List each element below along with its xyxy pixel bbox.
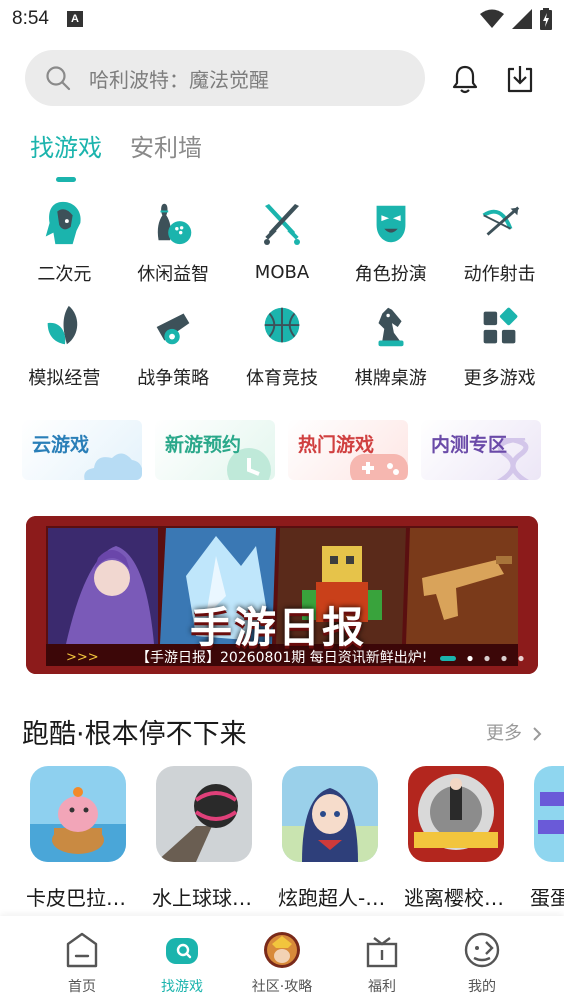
bottom-navigation: 首页 找游戏 社区·攻略 福利 我的 (0, 916, 564, 1004)
signal-icon (512, 9, 532, 29)
category-label: 棋牌桌游 (354, 368, 427, 389)
search-input[interactable]: 哈利波特：魔法觉醒 (25, 50, 425, 106)
category-rpg[interactable]: 角色扮演 (336, 198, 445, 286)
more-label: 更多 (486, 723, 522, 744)
category-label: 角色扮演 (354, 264, 427, 285)
battery-icon (540, 8, 552, 30)
nav-label: 找游戏 (161, 979, 203, 995)
game-item[interactable]: 卡皮巴拉… (26, 766, 146, 911)
new-games-card[interactable]: 新游预约 (155, 420, 275, 480)
download-icon[interactable] (505, 64, 535, 94)
game-name: 卡皮巴拉… (26, 886, 126, 910)
category-label: 模拟经营 (28, 368, 101, 389)
category-label: 更多游戏 (463, 368, 536, 389)
chevron-right-icon (533, 727, 542, 741)
status-indicators (480, 8, 552, 30)
category-moba[interactable]: MOBA (228, 198, 337, 286)
category-more[interactable]: 更多游戏 (445, 302, 554, 390)
game-icon-ball (156, 766, 252, 862)
mask-icon (376, 205, 406, 243)
nav-label: 社区·攻略 (251, 979, 313, 995)
tab-find-games[interactable]: 找游戏 (30, 128, 102, 163)
category-grid: 二次元 休闲益智 MOBA 角色扮演 动作射击 模拟经营 战争策略 体育竞技 棋… (10, 198, 554, 390)
category-strategy[interactable]: 战争策略 (119, 302, 228, 390)
category-label: 战争策略 (137, 368, 210, 389)
banner-caption: 【手游日报】20260801期 每日资讯新鲜出炉! (136, 650, 428, 666)
category-sports[interactable]: 体育竞技 (228, 302, 337, 390)
nav-profile[interactable]: 我的 (432, 930, 532, 996)
search-icon (46, 66, 71, 91)
nav-home[interactable]: 首页 (32, 930, 132, 996)
community-avatar-icon (264, 932, 300, 968)
bowling-icon (158, 203, 192, 245)
quick-label: 新游预约 (165, 434, 242, 456)
game-icon-egg (534, 766, 564, 862)
leaf-icon (48, 305, 78, 345)
quick-label: 云游戏 (32, 434, 90, 456)
category-label: MOBA (254, 262, 310, 283)
category-casual[interactable]: 休闲益智 (119, 198, 228, 286)
category-simulation[interactable]: 模拟经营 (10, 302, 119, 390)
game-name: 炫跑超人-… (278, 886, 386, 910)
beta-zone-card[interactable]: 内测专区 (421, 420, 541, 480)
game-name: 蛋蛋 (530, 886, 564, 910)
cloud-games-card[interactable]: 云游戏 (22, 420, 142, 480)
notification-icon: A (66, 11, 83, 27)
nav-label: 首页 (68, 979, 96, 995)
category-action[interactable]: 动作射击 (445, 198, 554, 286)
category-tabs: 找游戏 安利墙 (30, 128, 202, 163)
profile-icon (464, 932, 500, 968)
nav-label: 福利 (368, 979, 396, 995)
nav-welfare[interactable]: 福利 (332, 930, 432, 996)
quick-entry-row: 云游戏 新游预约 热门游戏 内测专区 (22, 420, 564, 482)
svg-text:>>>: >>> (66, 650, 99, 665)
game-item[interactable]: 炫跑超人-… (278, 766, 398, 911)
gift-icon (366, 937, 398, 968)
chess-knight-icon (378, 307, 404, 347)
search-row: 哈利波特：魔法觉醒 (25, 50, 545, 106)
game-icon-capybara (30, 766, 126, 862)
quick-label: 热门游戏 (298, 434, 375, 456)
search-placeholder: 哈利波特：魔法觉醒 (89, 67, 269, 92)
status-bar: 8:54 A (0, 0, 564, 38)
banner-title: 手游日报 (190, 603, 367, 652)
tab-recommend-wall[interactable]: 安利墙 (130, 128, 202, 163)
daily-news-banner[interactable]: >>> 手游日报 【手游日报】20260801期 每日资讯新鲜出炉! (26, 516, 538, 674)
category-label: 二次元 (37, 264, 92, 285)
tab-indicator (56, 177, 76, 182)
category-board[interactable]: 棋牌桌游 (336, 302, 445, 390)
section-more-link[interactable]: 更多 (486, 719, 542, 745)
game-icon-runner (282, 766, 378, 862)
category-label: 动作射击 (463, 264, 536, 285)
crossed-swords-icon (263, 204, 300, 245)
category-label: 休闲益智 (137, 264, 210, 285)
game-item[interactable]: 蛋蛋 (530, 766, 564, 911)
game-icon-escape (408, 766, 504, 862)
hot-games-card[interactable]: 热门游戏 (288, 420, 408, 480)
gamepad-search-icon (166, 938, 198, 964)
category-anime[interactable]: 二次元 (10, 198, 119, 286)
nav-label: 我的 (468, 979, 496, 995)
home-icon (66, 932, 98, 968)
game-name: 水上球球… (152, 886, 252, 910)
quick-label: 内测专区 (431, 434, 508, 456)
basketball-icon (264, 307, 300, 343)
nav-community[interactable]: 社区·攻略 (232, 930, 332, 996)
bow-arrow-icon (482, 206, 519, 236)
game-item[interactable]: 水上球球… (152, 766, 272, 911)
cannon-icon (156, 313, 190, 345)
grid-icon (483, 307, 517, 344)
game-name: 逃离樱校… (404, 886, 504, 910)
anime-girl-icon (46, 201, 82, 245)
nav-find-games[interactable]: 找游戏 (132, 930, 232, 996)
section-title: 跑酷·根本停不下来 (22, 719, 247, 750)
wifi-icon (480, 9, 504, 28)
bell-icon[interactable] (450, 64, 480, 94)
category-label: 体育竞技 (245, 368, 318, 389)
game-list: 卡皮巴拉… 水上球球… 炫跑超人-… 逃离樱校… 蛋蛋 (26, 766, 564, 916)
status-time: 8:54 (12, 8, 49, 29)
game-item[interactable]: 逃离樱校… (404, 766, 524, 911)
